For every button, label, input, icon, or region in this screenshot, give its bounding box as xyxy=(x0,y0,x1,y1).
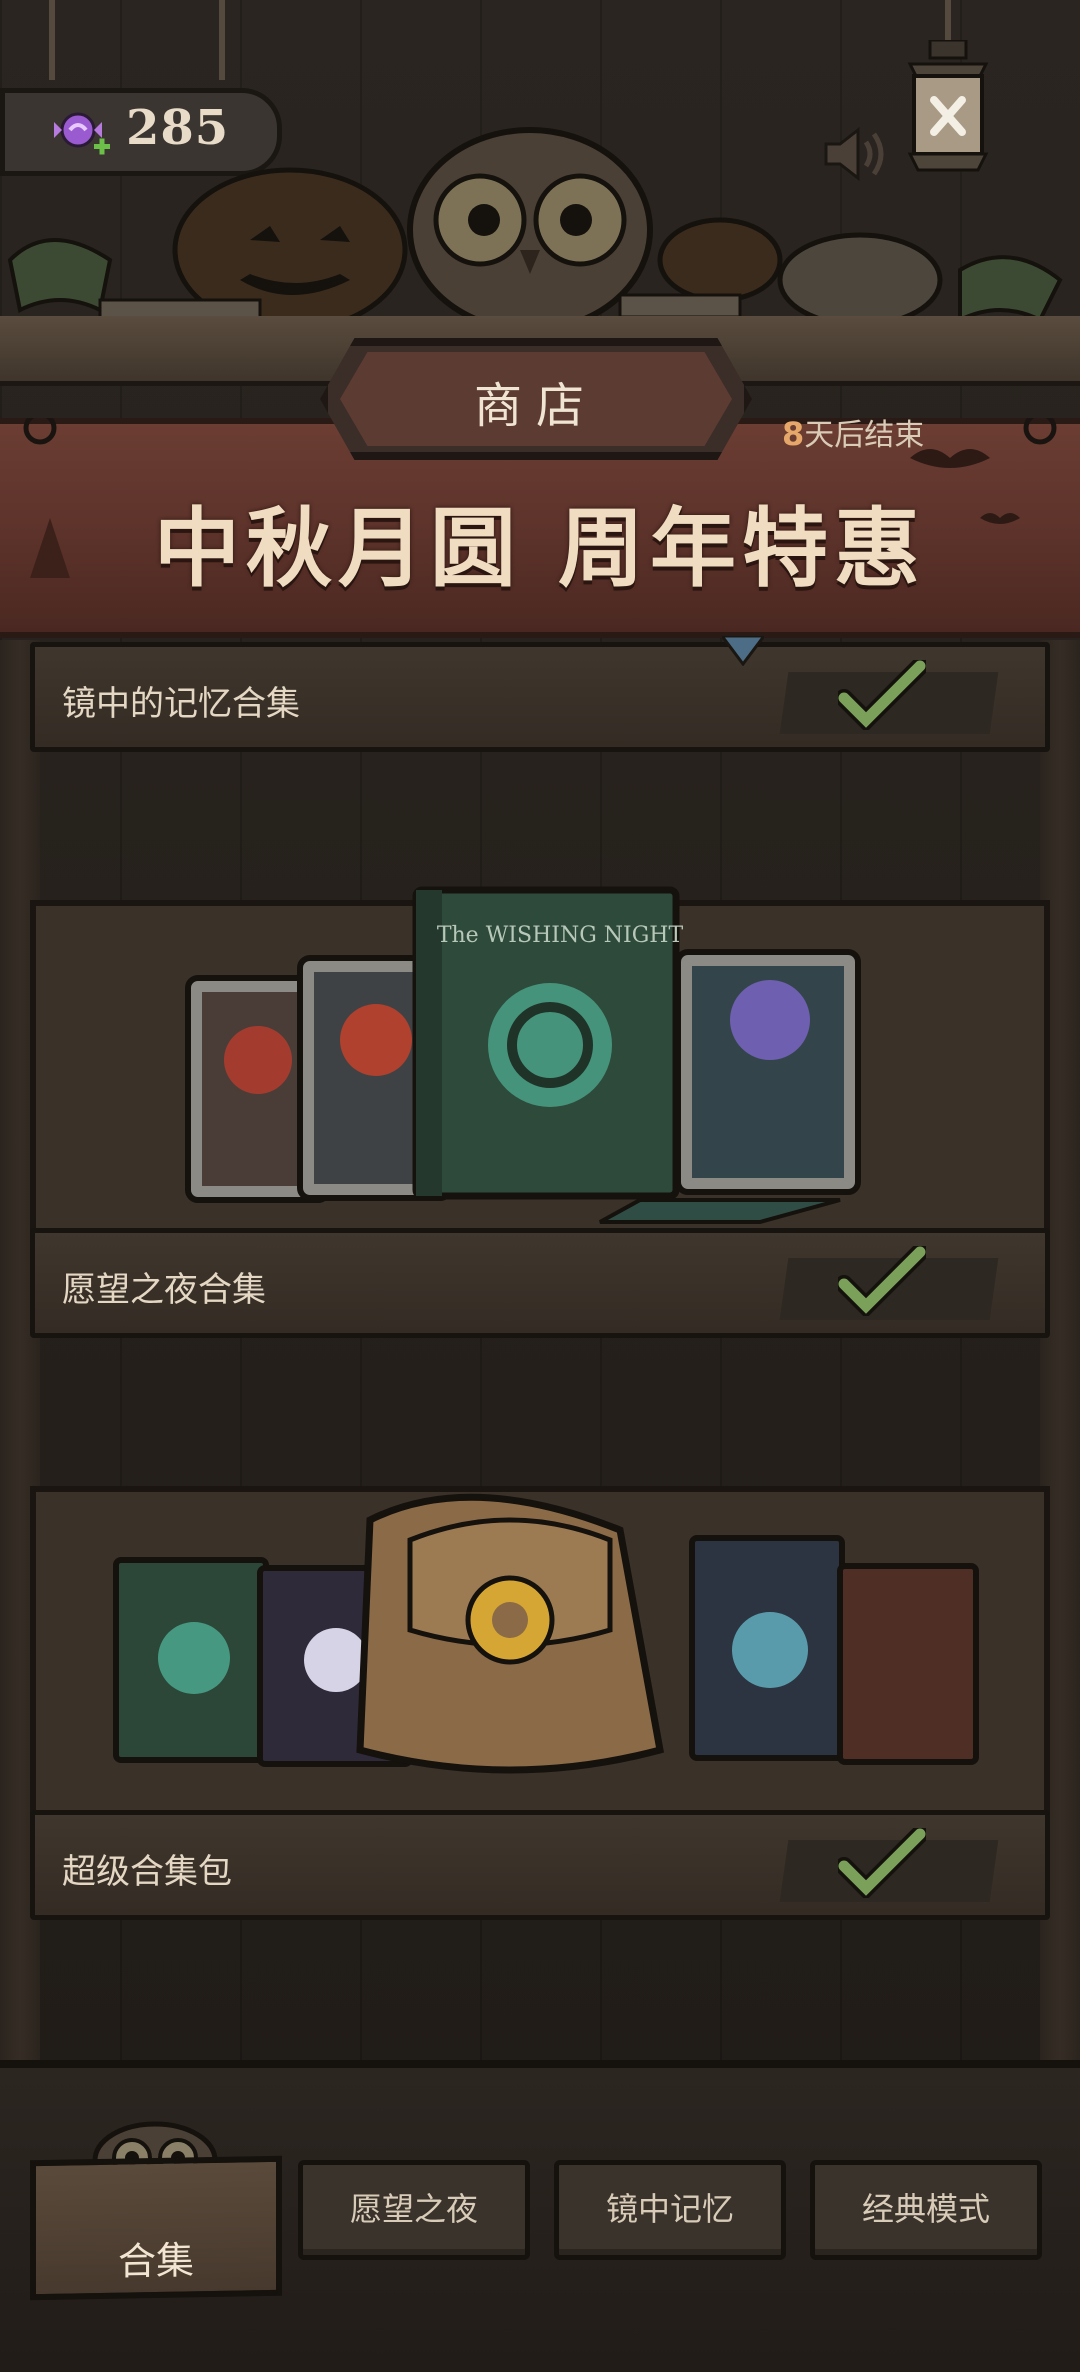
book-icon xyxy=(837,1563,979,1765)
wishing-night-artwork: The WISHING NIGHT xyxy=(185,886,861,1224)
tab-mirror-memory[interactable]: 镜中记忆 xyxy=(554,2160,786,2260)
countdown: 8天后结束 xyxy=(782,410,924,454)
shelf-label: 超级合集包 xyxy=(62,1852,232,1892)
tab-wishing-night[interactable]: 愿望之夜 xyxy=(298,2160,530,2260)
super-bundle-artwork xyxy=(113,1493,979,1774)
check-icon xyxy=(838,1828,926,1898)
shelf-label: 镜中的记忆合集 xyxy=(62,684,300,724)
countdown-label: 天后结束 xyxy=(804,418,925,453)
shelf-label: 愿望之夜合集 xyxy=(62,1270,266,1310)
promo-title: 中秋月圆 周年特惠 xyxy=(154,498,926,599)
book-title: The WISHING NIGHT xyxy=(437,923,684,948)
check-icon xyxy=(838,1246,926,1316)
tab-classic-mode[interactable]: 经典模式 xyxy=(810,2160,1042,2260)
shop-title: 商店 xyxy=(473,378,598,434)
tab-collection[interactable]: 合集 xyxy=(30,2155,282,2301)
check-icon xyxy=(838,660,926,730)
countdown-days: 8 xyxy=(782,415,805,453)
diamond-icon xyxy=(722,636,764,666)
